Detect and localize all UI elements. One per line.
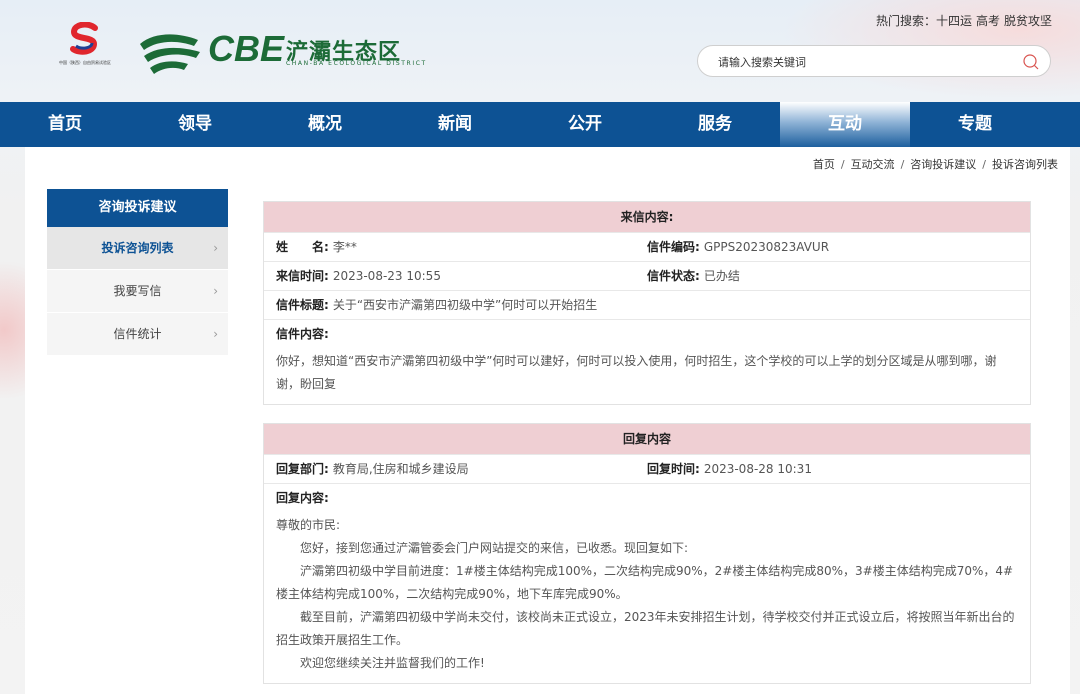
reply-header: 回复内容 <box>264 424 1030 454</box>
ftz-logo[interactable]: 中国（陕西）自由贸易试验区 <box>52 22 114 78</box>
district-name-en: CHAN-BA ECOLOGICAL DISTRICT <box>286 60 427 67</box>
letter-time-value: 2023-08-23 10:55 <box>332 269 441 283</box>
name-value: 李** <box>332 240 357 254</box>
reply-dept-value: 教育局,住房和城乡建设局 <box>332 462 469 476</box>
reply-time-value: 2023-08-28 10:31 <box>703 462 812 476</box>
reply-paragraph: 截至目前，浐灞第四初级中学尚未交付，该校尚未正式设立，2023年未安排招生计划，… <box>276 610 1015 647</box>
letter-title-value: 关于“西安市浐灞第四初级中学”何时可以开始招生 <box>332 298 598 312</box>
letter-content: 你好，想知道“西安市浐灞第四初级中学”何时可以建好，何时可以投入使用，何时招生，… <box>264 348 1030 404</box>
chevron-right-icon: › <box>213 241 218 255</box>
breadcrumb: 首页 / 互动交流 / 咨询投诉建议 / 投诉咨询列表 <box>812 158 1058 171</box>
reply-row: 回复内容: <box>264 483 1030 512</box>
reply-content: 尊敬的市民: 您好，接到您通过浐灞管委会门户网站提交的来信，已收悉。现回复如下:… <box>264 512 1030 683</box>
letter-row: 信件内容: <box>264 319 1030 348</box>
sidebar-item-label: 我要写信 <box>113 284 162 298</box>
ftz-logo-caption: 中国（陕西）自由贸易试验区 <box>59 60 111 65</box>
sidebar: 咨询投诉建议 投诉咨询列表 › 我要写信 › 信件统计 › <box>47 189 228 356</box>
search-icon[interactable] <box>1022 53 1040 71</box>
cbe-emblem-icon <box>140 34 200 74</box>
sidebar-item-label: 信件统计 <box>113 327 162 341</box>
status-value: 已办结 <box>703 269 740 283</box>
nav-news[interactable]: 新闻 <box>390 102 520 147</box>
reply-paragraph: 您好，接到您通过浐灞管委会门户网站提交的来信，已收悉。现回复如下: <box>300 541 689 555</box>
hot-search-term[interactable]: 十四运 <box>936 14 972 28</box>
name-label: 姓 名: <box>276 240 329 254</box>
chevron-right-icon: › <box>213 284 218 298</box>
letter-time-label: 来信时间: <box>276 269 329 283</box>
breadcrumb-home[interactable]: 首页 <box>813 158 835 171</box>
code-label: 信件编码: <box>647 240 700 254</box>
reply-paragraph: 浐灞第四初级中学目前进度：1#楼主体结构完成100%，二次结构完成90%，2#楼… <box>276 564 1014 601</box>
hot-search-term[interactable]: 高考 <box>976 14 1000 28</box>
reply-paragraph: 欢迎您继续关注并监督我们的工作! <box>300 656 485 670</box>
ftz-s-icon <box>70 22 98 55</box>
main-nav: 首页 领导 概况 新闻 公开 服务 互动 专题 <box>0 102 1080 147</box>
main-content: 首页 / 互动交流 / 咨询投诉建议 / 投诉咨询列表 咨询投诉建议 投诉咨询列表 › 我要… <box>25 147 1070 694</box>
sidebar-item-label: 投诉咨询列表 <box>101 241 174 255</box>
nav-overview[interactable]: 概况 <box>260 102 390 147</box>
search-input[interactable] <box>718 52 1008 72</box>
letter-header: 来信内容: <box>264 202 1030 232</box>
hot-search-term[interactable]: 脱贫攻坚 <box>1004 14 1052 28</box>
nav-interaction[interactable]: 互动 <box>780 102 910 147</box>
letter-row: 信件标题: 关于“西安市浐灞第四初级中学”何时可以开始招生 <box>264 290 1030 319</box>
reply-dept-label: 回复部门: <box>276 462 329 476</box>
chevron-right-icon: › <box>213 327 218 341</box>
breadcrumb-interaction[interactable]: 互动交流 <box>851 158 895 171</box>
letter-content-label: 信件内容: <box>276 327 329 341</box>
reply-greeting: 尊敬的市民: <box>276 518 341 532</box>
status-label: 信件状态: <box>647 269 700 283</box>
letter-row: 来信时间: 2023-08-23 10:55 信件状态: 已办结 <box>264 261 1030 290</box>
reply-row: 回复部门: 教育局,住房和城乡建设局 回复时间: 2023-08-28 10:31 <box>264 454 1030 483</box>
nav-public[interactable]: 公开 <box>520 102 650 147</box>
nav-home[interactable]: 首页 <box>0 102 130 147</box>
hot-search-label: 热门搜索： <box>875 14 936 28</box>
letter-title-label: 信件标题: <box>276 298 329 312</box>
cbe-logo[interactable]: CBE 浐灞生态区 CHAN-BA ECOLOGICAL DISTRICT <box>138 28 425 76</box>
code-value: GPPS20230823AVUR <box>703 240 830 254</box>
letter-content-text: 你好，想知道“西安市浐灞第四初级中学”何时可以建好，何时可以投入使用，何时招生，… <box>276 354 997 391</box>
breadcrumb-current: 投诉咨询列表 <box>992 158 1058 171</box>
hot-search: 热门搜索：十四运 高考 脱贫攻坚 <box>876 12 1052 29</box>
reply-time-label: 回复时间: <box>647 462 700 476</box>
search-box <box>697 45 1051 77</box>
sidebar-item-write-letter[interactable]: 我要写信 › <box>47 270 228 313</box>
sidebar-item-complaint-list[interactable]: 投诉咨询列表 › <box>47 227 228 270</box>
sidebar-item-letter-stats[interactable]: 信件统计 › <box>47 313 228 356</box>
site-header: 中国（陕西）自由贸易试验区 CBE 浐灞生态区 CHAN-BA ECOLOGIC… <box>0 0 1080 102</box>
letter-row: 姓 名: 李** 信件编码: GPPS20230823AVUR <box>264 232 1030 261</box>
sidebar-title: 咨询投诉建议 <box>47 189 228 227</box>
nav-leaders[interactable]: 领导 <box>130 102 260 147</box>
reply-panel: 回复内容 回复部门: 教育局,住房和城乡建设局 回复时间: 2023-08-28 1… <box>263 423 1031 684</box>
reply-content-label: 回复内容: <box>276 491 329 505</box>
cbe-wordmark: CBE <box>208 28 285 69</box>
nav-topics[interactable]: 专题 <box>910 102 1040 147</box>
letter-panel: 来信内容: 姓 名: 李** 信件编码: GPPS20230823AVUR 来信时间… <box>263 201 1031 405</box>
breadcrumb-consult[interactable]: 咨询投诉建议 <box>910 158 976 171</box>
nav-service[interactable]: 服务 <box>650 102 780 147</box>
